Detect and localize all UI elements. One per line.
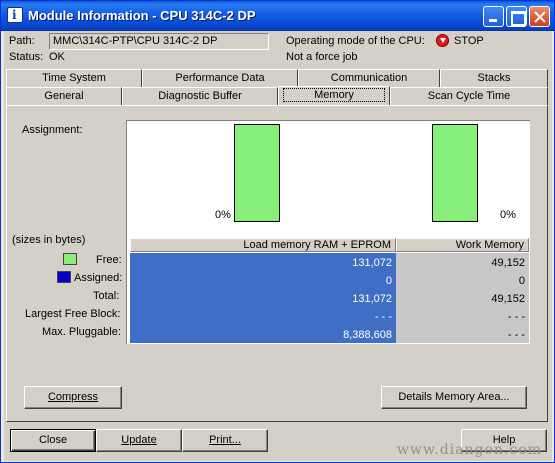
work-memory-column: 49,152 0 49,152 - - - - - - bbox=[396, 253, 529, 343]
work-memory-pct: 0% bbox=[500, 209, 516, 221]
close-window-button[interactable] bbox=[529, 6, 550, 27]
path-field[interactable]: MMC\314C-PTP\CPU 314C-2 DP bbox=[49, 33, 269, 50]
memory-chart: 0% 0% bbox=[126, 120, 530, 238]
status-value: OK bbox=[49, 51, 65, 63]
load-free-value: 131,072 bbox=[352, 257, 392, 269]
update-label: Update bbox=[121, 434, 157, 446]
tab-general[interactable]: General bbox=[6, 87, 122, 105]
row-max-label: Max. Pluggable: bbox=[42, 326, 121, 338]
operating-mode-label: Operating mode of the CPU: bbox=[286, 35, 425, 47]
col-header-load[interactable]: Load memory RAM + EPROM bbox=[130, 238, 396, 252]
tab-scan-cycle-time[interactable]: Scan Cycle Time bbox=[390, 87, 548, 105]
work-memory-bar bbox=[432, 124, 478, 222]
work-free-value: 49,152 bbox=[491, 257, 525, 269]
work-largest-value: - - - bbox=[507, 311, 525, 323]
update-button[interactable]: Update bbox=[96, 429, 182, 452]
close-button[interactable]: Close bbox=[10, 429, 96, 452]
memory-table: Load memory RAM + EPROM Work Memory 131,… bbox=[126, 238, 530, 344]
work-assigned-value: 0 bbox=[518, 275, 525, 287]
tab-memory-label: Memory bbox=[283, 88, 385, 102]
load-memory-pct: 0% bbox=[215, 209, 231, 221]
app-icon bbox=[7, 7, 23, 23]
path-label: Path: bbox=[9, 35, 35, 47]
col-header-work[interactable]: Work Memory bbox=[396, 238, 529, 252]
compress-button[interactable]: Compress bbox=[24, 386, 122, 409]
sizes-label: (sizes in bytes) bbox=[12, 234, 86, 246]
legend-assigned-label: Assigned: bbox=[74, 272, 123, 284]
load-max-value: 8,388,608 bbox=[343, 329, 392, 341]
load-assigned-value: 0 bbox=[385, 275, 392, 287]
stop-icon bbox=[436, 34, 449, 47]
module-information-window: Module Information - CPU 314C-2 DP Path:… bbox=[0, 0, 555, 463]
close-label: Close bbox=[38, 434, 68, 446]
assigned-swatch bbox=[57, 271, 71, 283]
tab-diagnostic-buffer[interactable]: Diagnostic Buffer bbox=[122, 87, 278, 105]
watermark: www.diangon.com bbox=[397, 442, 542, 458]
work-memory-free-fill bbox=[433, 125, 477, 221]
work-total-value: 49,152 bbox=[491, 293, 525, 305]
assignment-label: Assignment: bbox=[22, 124, 83, 136]
load-memory-free-fill bbox=[235, 125, 279, 221]
print-label: Print... bbox=[209, 434, 241, 446]
title-bar[interactable]: Module Information - CPU 314C-2 DP bbox=[1, 1, 554, 31]
details-label: Details Memory Area... bbox=[398, 391, 510, 403]
operating-mode-value: STOP bbox=[454, 35, 484, 47]
load-memory-bar bbox=[234, 124, 280, 222]
maximize-button[interactable] bbox=[506, 6, 527, 27]
tab-stacks[interactable]: Stacks bbox=[440, 69, 548, 87]
tab-communication[interactable]: Communication bbox=[298, 69, 440, 87]
minimize-button[interactable] bbox=[483, 6, 504, 27]
row-total-label: Total: bbox=[93, 290, 120, 302]
force-job-status: Not a force job bbox=[286, 51, 358, 63]
load-total-value: 131,072 bbox=[352, 293, 392, 305]
row-largest-label: Largest Free Block: bbox=[25, 308, 121, 320]
legend-free-label: Free: bbox=[96, 254, 122, 266]
compress-label: Compress bbox=[47, 391, 99, 403]
window-title: Module Information - CPU 314C-2 DP bbox=[28, 8, 256, 23]
tab-performance-data[interactable]: Performance Data bbox=[142, 69, 298, 87]
load-largest-value: - - - bbox=[374, 311, 392, 323]
details-memory-area-button[interactable]: Details Memory Area... bbox=[381, 386, 527, 409]
status-label: Status: bbox=[9, 51, 44, 63]
tab-time-system[interactable]: Time System bbox=[6, 69, 142, 87]
print-button[interactable]: Print... bbox=[182, 429, 268, 452]
free-swatch bbox=[63, 253, 77, 265]
load-memory-column: 131,072 0 131,072 - - - 8,388,608 bbox=[130, 253, 396, 343]
work-max-value: - - - bbox=[507, 329, 525, 341]
dialog-client: Path: MMC\314C-PTP\CPU 314C-2 DP Status:… bbox=[4, 31, 552, 461]
tab-memory[interactable]: Memory bbox=[278, 86, 390, 106]
